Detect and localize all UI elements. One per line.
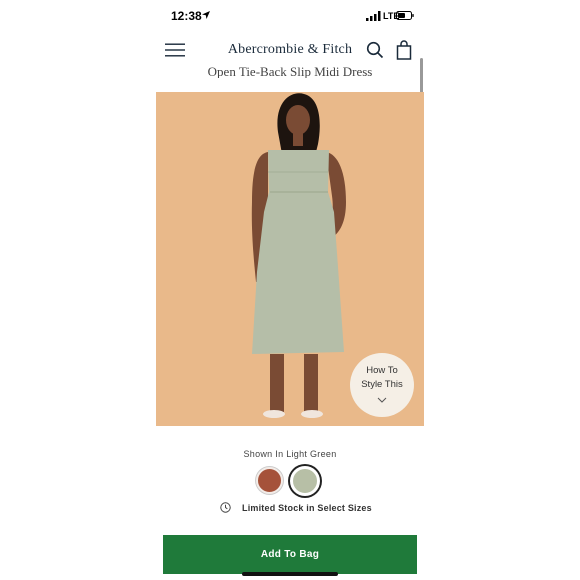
brand-logo[interactable]: Abercrombie & Fitch — [0, 42, 580, 58]
signal-icon — [366, 11, 381, 21]
search-icon[interactable] — [366, 41, 384, 59]
battery-icon — [396, 11, 414, 20]
add-to-bag-button[interactable]: Add To Bag — [163, 535, 417, 574]
product-title: Open Tie-Back Slip Midi Dress — [207, 64, 373, 78]
status-time: 12:38 — [171, 9, 202, 23]
color-swatch-rust[interactable] — [256, 467, 283, 494]
shown-in-color-label: Shown In Light Green — [243, 449, 337, 459]
how-to-style-button[interactable]: How To Style This — [350, 353, 414, 417]
color-swatch-light-green[interactable] — [290, 466, 320, 496]
chevron-down-icon — [377, 397, 387, 403]
clock-icon — [220, 502, 231, 513]
home-indicator[interactable] — [242, 572, 338, 576]
style-button-line1: How To — [366, 365, 398, 376]
status-bar: 12:38 LTE — [0, 0, 580, 32]
stock-message: Limited Stock in Select Sizes — [242, 503, 372, 513]
shopping-bag-icon[interactable] — [396, 40, 412, 60]
location-arrow-icon — [202, 11, 210, 19]
style-button-line2: Style This — [361, 379, 403, 390]
